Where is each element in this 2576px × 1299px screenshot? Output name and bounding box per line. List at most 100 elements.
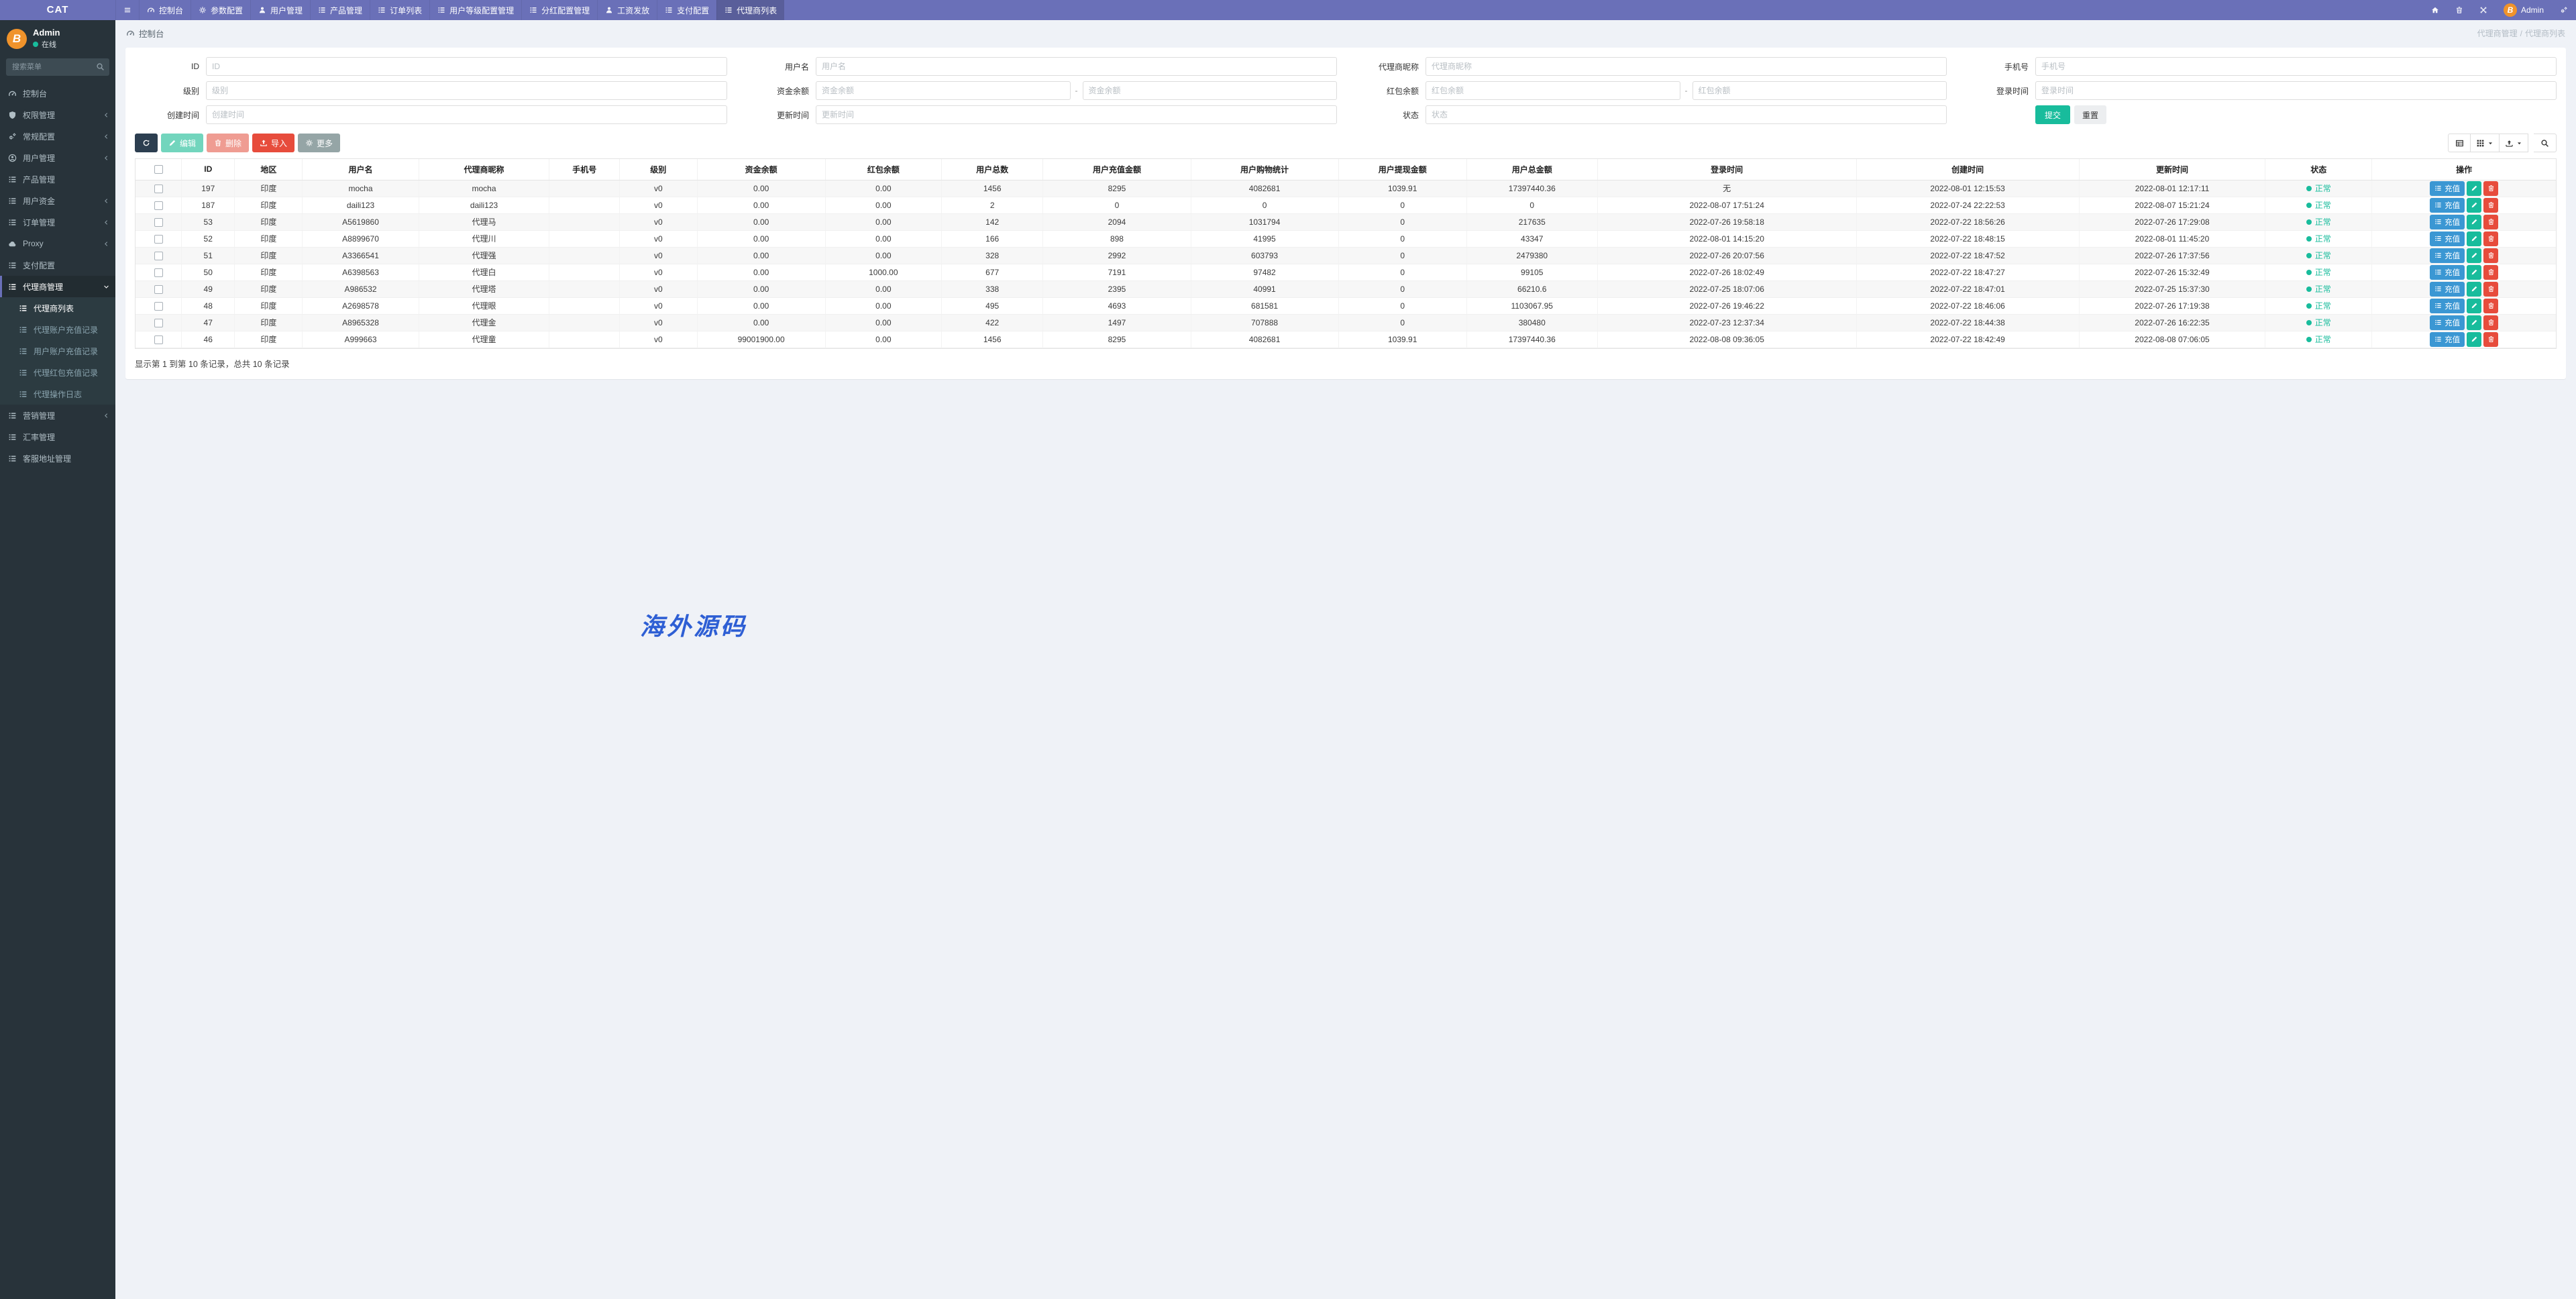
nav-item-10[interactable]: 代理商列表: [716, 0, 784, 20]
nav-item-4[interactable]: 产品管理: [310, 0, 370, 20]
recharge-button[interactable]: 充值: [2430, 231, 2465, 246]
filter-input[interactable]: [816, 57, 1337, 76]
row-delete-button[interactable]: [2483, 315, 2498, 330]
recharge-button[interactable]: 充值: [2430, 332, 2465, 347]
settings-button[interactable]: [2552, 0, 2576, 20]
search-icon[interactable]: [96, 62, 105, 71]
sidebar-subitem-3[interactable]: 用户账户充值记录: [0, 340, 115, 362]
nav-item-2[interactable]: 参数配置: [191, 0, 250, 20]
refresh-button[interactable]: [135, 134, 158, 152]
sidebar-item-8[interactable]: Proxy: [0, 233, 115, 254]
user-menu[interactable]: B Admin: [2496, 0, 2552, 20]
menu-search-input[interactable]: [6, 58, 109, 76]
recharge-button[interactable]: 充值: [2430, 265, 2465, 280]
recharge-button[interactable]: 充值: [2430, 282, 2465, 297]
edit-button[interactable]: 编辑: [161, 134, 203, 152]
nav-item-3[interactable]: 用户管理: [250, 0, 310, 20]
recharge-button[interactable]: 充值: [2430, 198, 2465, 213]
sidebar-item-11[interactable]: 营销管理: [0, 405, 115, 426]
row-edit-button[interactable]: [2467, 215, 2481, 229]
sidebar-item-5[interactable]: 产品管理: [0, 168, 115, 190]
recharge-button[interactable]: 充值: [2430, 315, 2465, 330]
row-edit-button[interactable]: [2467, 299, 2481, 313]
row-checkbox[interactable]: [154, 335, 163, 344]
row-edit-button[interactable]: [2467, 198, 2481, 213]
sidebar-toggle-button[interactable]: [115, 0, 139, 20]
toggle-pagination-button[interactable]: [2448, 134, 2471, 152]
sidebar-subitem-1[interactable]: 代理商列表: [0, 297, 115, 319]
nav-item-7[interactable]: 分红配置管理: [521, 0, 597, 20]
filter-range-max-input[interactable]: [1083, 81, 1338, 100]
row-delete-button[interactable]: [2483, 181, 2498, 196]
row-delete-button[interactable]: [2483, 231, 2498, 246]
row-edit-button[interactable]: [2467, 181, 2481, 196]
filter-input[interactable]: [206, 105, 727, 124]
search-toggle-button[interactable]: [2534, 134, 2557, 152]
filter-range-max-input[interactable]: [1693, 81, 1947, 100]
row-delete-button[interactable]: [2483, 299, 2498, 313]
export-button[interactable]: [2500, 134, 2528, 152]
import-button[interactable]: 导入: [252, 134, 294, 152]
filter-input[interactable]: [2035, 57, 2557, 76]
filter-range-min-input[interactable]: [816, 81, 1071, 100]
nav-item-5[interactable]: 订单列表: [370, 0, 429, 20]
recharge-button[interactable]: 充值: [2430, 299, 2465, 313]
filter-input[interactable]: [206, 57, 727, 76]
sidebar-item-1[interactable]: 控制台: [0, 83, 115, 104]
sidebar-item-10[interactable]: 代理商管理: [0, 276, 115, 297]
sidebar-subitem-2[interactable]: 代理账户充值记录: [0, 319, 115, 340]
fullscreen-button[interactable]: [2471, 0, 2496, 20]
submit-button[interactable]: 提交: [2035, 105, 2070, 124]
row-delete-button[interactable]: [2483, 332, 2498, 347]
columns-button[interactable]: [2471, 134, 2500, 152]
row-edit-button[interactable]: [2467, 332, 2481, 347]
row-checkbox[interactable]: [154, 285, 163, 294]
clear-cache-button[interactable]: [2447, 0, 2471, 20]
filter-range-min-input[interactable]: [1426, 81, 1680, 100]
filter-input[interactable]: [206, 81, 727, 100]
row-delete-button[interactable]: [2483, 248, 2498, 263]
recharge-button[interactable]: 充值: [2430, 215, 2465, 229]
sidebar-item-7[interactable]: 订单管理: [0, 211, 115, 233]
sidebar-item-13[interactable]: 客服地址管理: [0, 448, 115, 469]
home-button[interactable]: [2423, 0, 2447, 20]
sidebar-item-2[interactable]: 权限管理: [0, 104, 115, 125]
nav-item-1[interactable]: 控制台: [139, 0, 191, 20]
row-delete-button[interactable]: [2483, 282, 2498, 297]
row-checkbox[interactable]: [154, 218, 163, 227]
nav-item-6[interactable]: 用户等级配置管理: [429, 0, 521, 20]
row-checkbox[interactable]: [154, 185, 163, 193]
row-edit-button[interactable]: [2467, 315, 2481, 330]
nav-item-9[interactable]: 支付配置: [657, 0, 716, 20]
filter-input[interactable]: [2035, 81, 2557, 100]
filter-input[interactable]: [1426, 105, 1947, 124]
filter-input[interactable]: [1426, 57, 1947, 76]
nav-item-8[interactable]: 工资发放: [597, 0, 657, 20]
row-checkbox[interactable]: [154, 252, 163, 260]
row-checkbox[interactable]: [154, 319, 163, 327]
select-all-checkbox[interactable]: [154, 165, 163, 174]
row-edit-button[interactable]: [2467, 265, 2481, 280]
sidebar-subitem-4[interactable]: 代理红包充值记录: [0, 362, 115, 383]
row-edit-button[interactable]: [2467, 248, 2481, 263]
delete-button[interactable]: 删除: [207, 134, 249, 152]
row-delete-button[interactable]: [2483, 215, 2498, 229]
sidebar-item-4[interactable]: 用户管理: [0, 147, 115, 168]
more-button[interactable]: 更多: [298, 134, 340, 152]
sidebar-item-3[interactable]: 常规配置: [0, 125, 115, 147]
row-checkbox[interactable]: [154, 302, 163, 311]
row-checkbox[interactable]: [154, 235, 163, 244]
row-delete-button[interactable]: [2483, 198, 2498, 213]
filter-input[interactable]: [816, 105, 1337, 124]
recharge-button[interactable]: 充值: [2430, 248, 2465, 263]
row-checkbox[interactable]: [154, 201, 163, 210]
row-checkbox[interactable]: [154, 268, 163, 277]
row-edit-button[interactable]: [2467, 282, 2481, 297]
sidebar-item-6[interactable]: 用户资金: [0, 190, 115, 211]
row-edit-button[interactable]: [2467, 231, 2481, 246]
sidebar-item-12[interactable]: 汇率管理: [0, 426, 115, 448]
sidebar-item-9[interactable]: 支付配置: [0, 254, 115, 276]
reset-button[interactable]: 重置: [2074, 105, 2106, 124]
breadcrumb-parent[interactable]: 代理商管理: [2477, 29, 2518, 38]
recharge-button[interactable]: 充值: [2430, 181, 2465, 196]
